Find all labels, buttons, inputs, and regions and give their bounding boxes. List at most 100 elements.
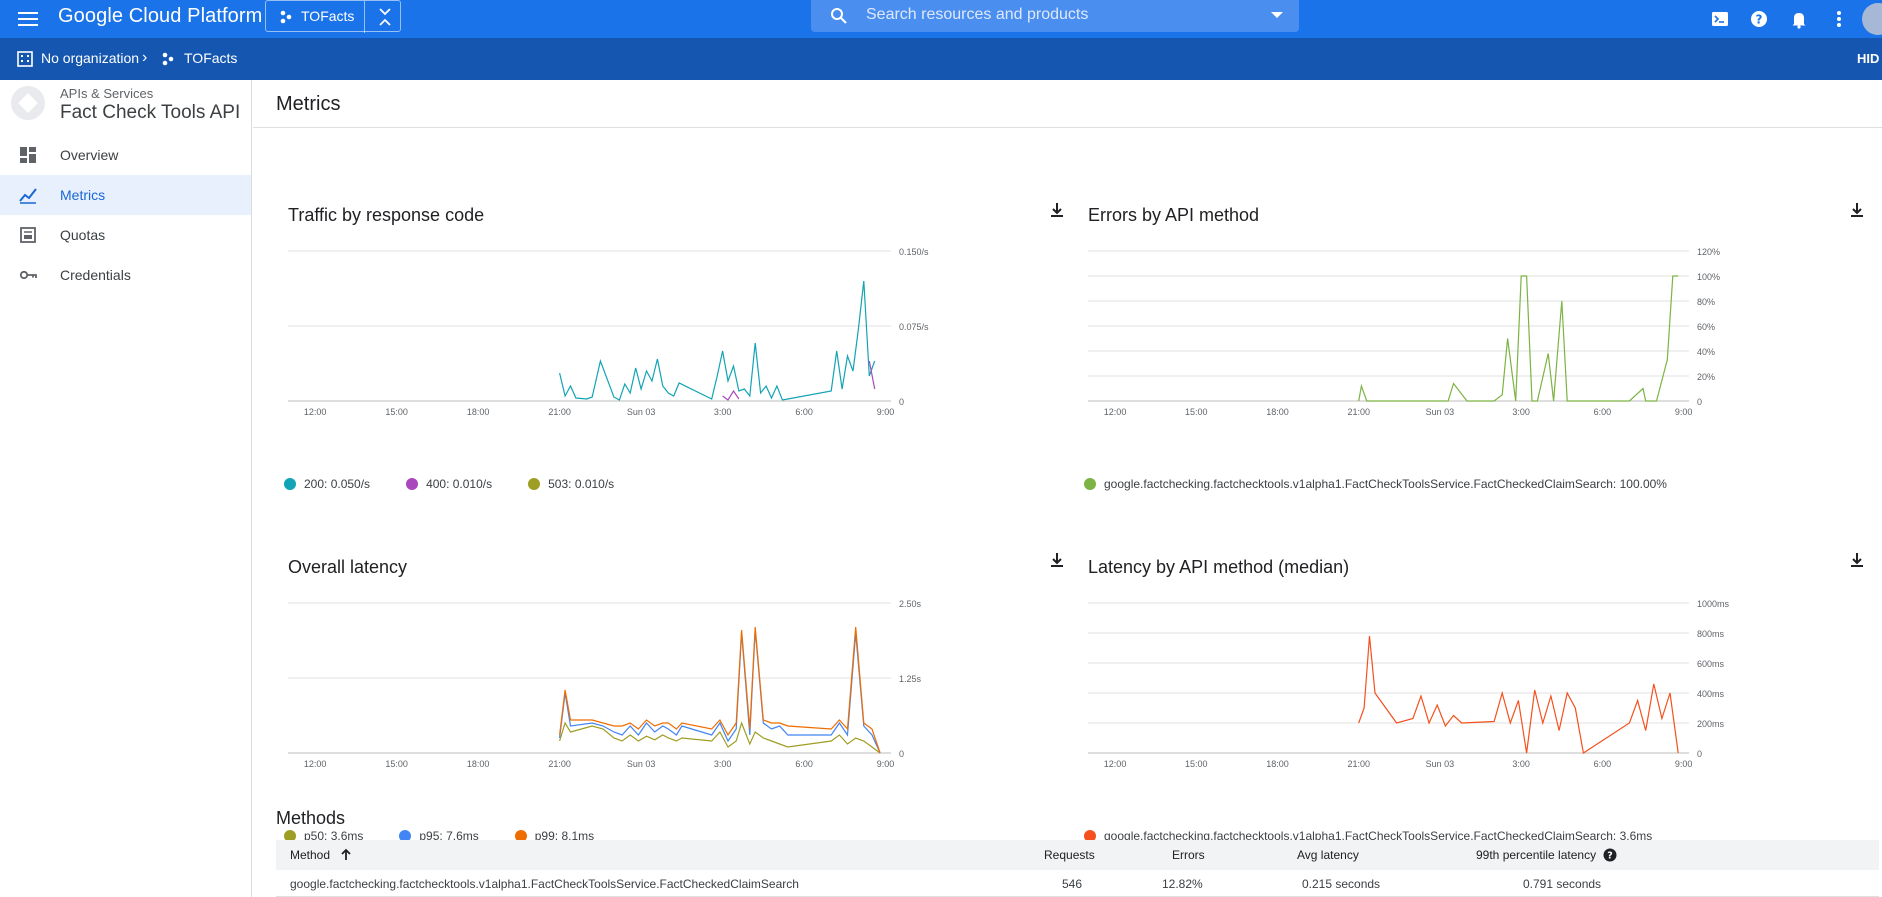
- x-tick-label: 18:00: [1266, 407, 1289, 417]
- series-line-factcheckedclaimsearch: [1358, 635, 1679, 754]
- project-selector[interactable]: TOFacts: [265, 0, 401, 33]
- x-tick-label: 12:00: [304, 759, 327, 769]
- requests-cell: 546: [1062, 877, 1083, 891]
- chart-traffic-by-response-code: Traffic by response code 0 0.075/s 0.150/s…: [276, 128, 1066, 498]
- page-title: Metrics: [276, 93, 341, 115]
- x-tick-label: 12:00: [1104, 759, 1127, 769]
- api-logo-icon: [11, 86, 45, 120]
- method-cell[interactable]: google.factchecking.factchecktools.v1alp…: [290, 877, 799, 891]
- p99-latency-cell: 0.791 seconds: [1523, 877, 1602, 891]
- y-tick-label: 40%: [1697, 347, 1715, 357]
- project-icon: [280, 10, 292, 24]
- avatar[interactable]: [1862, 3, 1882, 35]
- methods-table-header: Method Requests Errors Avg latency 99th …: [276, 840, 1879, 870]
- column-header-errors[interactable]: Errors: [1172, 848, 1205, 862]
- x-tick-label: 21:00: [1347, 407, 1370, 417]
- x-tick-label: Sun 03: [627, 407, 656, 417]
- hide-button[interactable]: HID: [1857, 51, 1879, 66]
- chart-overall-latency: Overall latency 0 1.25s 2.50s 12:00 15:00 18:…: [276, 480, 1066, 850]
- x-tick-label: 6:00: [1594, 759, 1612, 769]
- column-header-avg-latency[interactable]: Avg latency: [1297, 848, 1359, 862]
- x-tick-label: 6:00: [795, 759, 813, 769]
- x-tick-label: 15:00: [385, 759, 408, 769]
- dashboard-icon: [20, 147, 36, 163]
- x-tick-label: 9:00: [877, 407, 895, 417]
- x-tick-label: Sun 03: [627, 759, 656, 769]
- column-header-method[interactable]: Method: [290, 848, 353, 862]
- svg-text:?: ?: [1608, 851, 1614, 862]
- y-tick-label: 60%: [1697, 322, 1715, 332]
- y-tick-label: 120%: [1697, 247, 1720, 257]
- methods-section-title: Methods: [276, 808, 346, 828]
- x-tick-label: 3:00: [1512, 759, 1530, 769]
- errors-cell: 12.82%: [1162, 877, 1203, 891]
- y-tick-label: 0: [1697, 397, 1702, 407]
- y-tick-label: 0.075/s: [899, 322, 929, 332]
- table-row[interactable]: google.factchecking.factchecktools.v1alp…: [276, 870, 1879, 897]
- y-tick-label: 0.150/s: [899, 247, 929, 257]
- y-tick-label: 800ms: [1697, 629, 1725, 639]
- sidebar-item-quotas[interactable]: Quotas: [0, 215, 251, 255]
- y-tick-label: 100%: [1697, 272, 1720, 282]
- column-header-requests[interactable]: Requests: [1044, 848, 1095, 862]
- sidebar-item-overview[interactable]: Overview: [0, 135, 251, 175]
- help-icon[interactable]: ?: [1745, 5, 1773, 33]
- x-tick-label: 18:00: [1266, 759, 1289, 769]
- sidebar-title: Fact Check Tools API: [60, 102, 241, 123]
- svg-text:?: ?: [1756, 13, 1763, 27]
- x-tick-label: 6:00: [795, 407, 813, 417]
- x-tick-label: 9:00: [877, 759, 895, 769]
- column-header-p99-latency[interactable]: 99th percentile latency ?: [1476, 848, 1617, 862]
- y-tick-label: 1.25s: [899, 674, 922, 684]
- y-tick-label: 200ms: [1697, 719, 1725, 729]
- notifications-icon[interactable]: [1785, 5, 1813, 33]
- y-tick-label: 80%: [1697, 297, 1715, 307]
- sidebar-item-credentials[interactable]: Credentials: [0, 255, 251, 295]
- cloud-shell-icon[interactable]: [1706, 5, 1734, 33]
- sidebar-item-metrics[interactable]: Metrics: [0, 175, 251, 215]
- expand-icon[interactable]: [374, 5, 396, 29]
- series-line-factcheckedclaimsearch: [1358, 275, 1679, 402]
- avg-latency-cell: 0.215 seconds: [1302, 877, 1381, 891]
- project-name: TOFacts: [301, 8, 355, 24]
- y-tick-label: 0: [899, 749, 904, 759]
- x-tick-label: Sun 03: [1426, 759, 1455, 769]
- sidebar-item-label: Credentials: [60, 267, 131, 283]
- chart-latency-by-api-method: Latency by API method (median) 0 200ms 400…: [1076, 480, 1866, 850]
- more-vert-icon[interactable]: [1825, 5, 1853, 33]
- search-bar[interactable]: Search resources and products: [811, 0, 1299, 32]
- search-input[interactable]: Search resources and products: [866, 6, 1088, 24]
- x-tick-label: Sun 03: [1426, 407, 1455, 417]
- x-tick-label: 3:00: [714, 759, 732, 769]
- organization-icon: [17, 51, 33, 67]
- chart-plot-area: 0 0.075/s 0.150/s 12:00 15:00 18:00 21:00 Sun 0…: [288, 247, 929, 417]
- hamburger-menu-icon[interactable]: [14, 6, 42, 32]
- sort-ascending-icon[interactable]: [339, 848, 353, 862]
- x-tick-label: 15:00: [1185, 759, 1208, 769]
- sidebar-item-label: Quotas: [60, 227, 106, 243]
- x-tick-label: 18:00: [467, 407, 490, 417]
- y-tick-label: 600ms: [1697, 659, 1725, 669]
- divider: [364, 1, 365, 33]
- project-icon: [162, 52, 174, 66]
- x-tick-label: 18:00: [467, 759, 490, 769]
- x-tick-label: 12:00: [1104, 407, 1127, 417]
- page-header: Metrics: [253, 80, 1882, 128]
- x-tick-label: 21:00: [1347, 759, 1370, 769]
- search-dropdown-icon[interactable]: [1271, 12, 1283, 18]
- x-tick-label: 15:00: [1185, 407, 1208, 417]
- help-icon[interactable]: ?: [1603, 848, 1617, 862]
- series-line-200: [559, 280, 876, 401]
- x-tick-label: 21:00: [548, 759, 571, 769]
- x-tick-label: 3:00: [1512, 407, 1530, 417]
- breadcrumb-project[interactable]: TOFacts: [184, 50, 237, 66]
- top-app-bar: Google Cloud Platform TOFacts Search res…: [0, 0, 1882, 38]
- key-icon: [19, 270, 37, 280]
- sidebar-item-label: Overview: [60, 147, 119, 163]
- brand-title[interactable]: Google Cloud Platform: [58, 5, 262, 28]
- sidebar-item-label: Metrics: [60, 187, 106, 203]
- x-tick-label: 3:00: [714, 407, 732, 417]
- chart-errors-by-api-method: Errors by API method 0 20% 40% 60% 80% 100% 12…: [1076, 128, 1866, 498]
- breadcrumb-organization[interactable]: No organization: [41, 50, 139, 66]
- main-content: Metrics Traffic by response code 0 0.075/…: [253, 80, 1882, 897]
